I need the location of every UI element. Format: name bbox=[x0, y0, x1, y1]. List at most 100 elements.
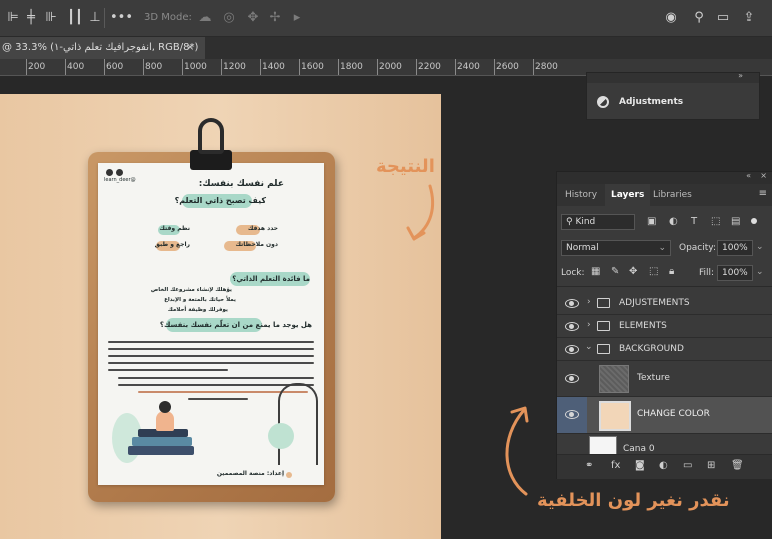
new-layer-icon[interactable]: ⊞ bbox=[707, 460, 715, 471]
layer-name: Texture bbox=[637, 373, 670, 383]
tab-history[interactable]: History bbox=[559, 184, 603, 206]
layer-row-elements[interactable]: › ELEMENTS bbox=[557, 315, 772, 338]
layer-thumbnail bbox=[589, 436, 617, 454]
3d-slide-icon[interactable]: ✢ bbox=[266, 9, 284, 27]
align-right-icon[interactable]: ⊪ bbox=[42, 9, 60, 27]
tab-bar: @ 33.3% (انفوجرافيك تعلم ذاتي-١, RGB/8*)… bbox=[0, 37, 772, 59]
ruler-tick-line bbox=[416, 59, 417, 75]
layer-row-cana[interactable]: Cana 0 bbox=[557, 434, 772, 455]
ruler-tick-label: 2400 bbox=[457, 62, 480, 72]
opacity-field[interactable]: 100% bbox=[717, 240, 753, 256]
doc-title-line2: كيف تصبح ذاتي التعلم؟ bbox=[174, 196, 266, 205]
ruler-tick-label: 800 bbox=[145, 62, 163, 72]
lock-artboard-icon[interactable]: ⬚ bbox=[649, 266, 658, 277]
lock-all-icon[interactable]: 🔒︎ bbox=[669, 266, 674, 277]
ruler-tick-label: 400 bbox=[67, 62, 85, 72]
more-options-icon[interactable]: ••• bbox=[110, 9, 133, 27]
ruler-tick-label: 2000 bbox=[379, 62, 402, 72]
mask-icon[interactable]: ◙ bbox=[635, 460, 645, 471]
close-icon[interactable]: × bbox=[186, 37, 194, 59]
ruler-tick-label: 2200 bbox=[418, 62, 441, 72]
filter-kind-select[interactable]: ⚲ Kind bbox=[561, 214, 635, 230]
folder-icon bbox=[597, 298, 610, 308]
3d-roll-icon[interactable]: ◎ bbox=[220, 9, 238, 27]
grid-item: حدد هدفك bbox=[247, 225, 278, 232]
pixel-filter-icon[interactable]: ▣ bbox=[647, 216, 656, 227]
folder-open-icon bbox=[597, 344, 610, 354]
lock-position-icon[interactable]: ✥ bbox=[629, 266, 637, 277]
adjustments-icon[interactable] bbox=[597, 96, 609, 108]
fill-field[interactable]: 100% bbox=[717, 265, 753, 281]
chevron-down-icon[interactable]: ⌄ bbox=[756, 242, 764, 252]
layer-thumbnail bbox=[599, 401, 631, 431]
visibility-eye-icon[interactable] bbox=[565, 322, 579, 331]
lock-image-icon[interactable]: ✎ bbox=[611, 266, 619, 277]
layers-panel: « × History Layers Libraries ≡ ⚲ Kind ▣ ◐… bbox=[556, 171, 772, 479]
ruler-tick-label: 1000 bbox=[184, 62, 207, 72]
trash-icon[interactable]: 🗑︎ bbox=[731, 460, 744, 471]
doc-footer: إعداد: منصة المصممين bbox=[216, 470, 284, 477]
3d-camera-icon[interactable]: ▸ bbox=[288, 9, 306, 27]
section2-line: يملأ حياتك بالمتعة و الإبداع bbox=[164, 297, 236, 303]
filter-toggle[interactable] bbox=[751, 218, 757, 224]
chevron-right-icon[interactable]: › bbox=[587, 320, 591, 330]
tab-layers[interactable]: Layers bbox=[605, 184, 651, 206]
opacity-label: Opacity: bbox=[679, 243, 716, 253]
visibility-eye-icon[interactable] bbox=[565, 374, 579, 383]
chevron-down-icon[interactable]: ⌄ bbox=[756, 267, 764, 277]
doc-handle: @learn_deer bbox=[104, 177, 136, 183]
layer-row-change-color[interactable]: CHANGE COLOR bbox=[557, 397, 772, 434]
type-filter-icon[interactable]: T bbox=[691, 216, 697, 227]
tab-libraries[interactable]: Libraries bbox=[647, 184, 698, 206]
collapse-icon[interactable]: » bbox=[738, 71, 743, 80]
document-tab[interactable]: @ 33.3% (انفوجرافيك تعلم ذاتي-١, RGB/8*) bbox=[0, 37, 205, 59]
grid-item: دون ملاحظاتك bbox=[235, 241, 278, 248]
search-icon[interactable]: ⚲ bbox=[690, 9, 708, 27]
fx-icon[interactable]: fx bbox=[611, 460, 620, 471]
adjustments-panel: » Adjustments bbox=[586, 71, 760, 120]
align-left-icon[interactable]: ⊫ bbox=[4, 9, 22, 27]
visibility-eye-icon[interactable] bbox=[565, 299, 579, 308]
chevron-down-icon[interactable]: ⌄ bbox=[585, 342, 593, 352]
layer-name: Cana 0 bbox=[623, 444, 655, 454]
user-icon[interactable]: ◉ bbox=[662, 9, 680, 27]
chevron-right-icon[interactable]: › bbox=[587, 297, 591, 307]
adjustment-layer-icon[interactable]: ◐ bbox=[659, 460, 668, 471]
ruler-tick-label: 1600 bbox=[301, 62, 324, 72]
ruler-tick-line bbox=[377, 59, 378, 75]
adjustment-filter-icon[interactable]: ◐ bbox=[669, 216, 678, 227]
visibility-eye-icon[interactable] bbox=[565, 345, 579, 354]
3d-orbit-icon[interactable]: ☁ bbox=[196, 9, 214, 27]
doc-title-line1: علم نفسك بنفسك: bbox=[198, 179, 284, 189]
layer-row-background[interactable]: ⌄ BACKGROUND bbox=[557, 338, 772, 361]
shape-filter-icon[interactable]: ⬚ bbox=[711, 216, 720, 227]
smart-object-filter-icon[interactable]: ▤ bbox=[731, 216, 740, 227]
grid-item: نظم وقتك bbox=[159, 225, 190, 232]
visibility-eye-icon[interactable] bbox=[565, 410, 579, 419]
lock-transparent-icon[interactable]: ▦ bbox=[591, 266, 600, 277]
close-icon[interactable]: × bbox=[760, 171, 767, 180]
link-icon[interactable]: ⚭ bbox=[585, 460, 593, 471]
distribute-vertical-icon[interactable]: ⊥ bbox=[86, 9, 104, 27]
3d-pan-icon[interactable]: ✥ bbox=[244, 9, 262, 27]
section3-title: هل يوجد ما يمنع من ان تعلّم نفسك بنفسك؟ bbox=[159, 321, 312, 329]
adjustments-label[interactable]: Adjustments bbox=[619, 97, 683, 107]
layer-row-texture[interactable]: Texture bbox=[557, 361, 772, 397]
align-center-icon[interactable]: ╪ bbox=[22, 9, 40, 27]
layer-row-adjustements[interactable]: › ADJUSTEMENTS bbox=[557, 292, 772, 315]
distribute-icon[interactable]: ┃┃ bbox=[66, 9, 84, 27]
grid-item: راجع و طبق bbox=[154, 241, 190, 248]
layer-name: BACKGROUND bbox=[619, 344, 684, 354]
curved-arrow-icon bbox=[505, 406, 529, 496]
collapse-icon[interactable]: « bbox=[746, 171, 751, 180]
ruler-tick-label: 2600 bbox=[496, 62, 519, 72]
panel-menu-icon[interactable]: ≡ bbox=[759, 188, 767, 199]
section2-line: يؤهلك لإنشاء مشروعك الخاص bbox=[150, 287, 232, 293]
ruler-tick-line bbox=[260, 59, 261, 75]
folder-icon bbox=[597, 321, 610, 331]
blend-mode-select[interactable]: Normal ⌄ bbox=[561, 240, 671, 256]
share-icon[interactable]: ⇪ bbox=[740, 9, 758, 27]
workspace-icon[interactable]: ▭ bbox=[714, 9, 732, 27]
group-folder-icon[interactable]: ▭ bbox=[683, 460, 692, 471]
infographic-paper: @learn_deer علم نفسك بنفسك: كيف تصبح ذات… bbox=[98, 163, 324, 485]
